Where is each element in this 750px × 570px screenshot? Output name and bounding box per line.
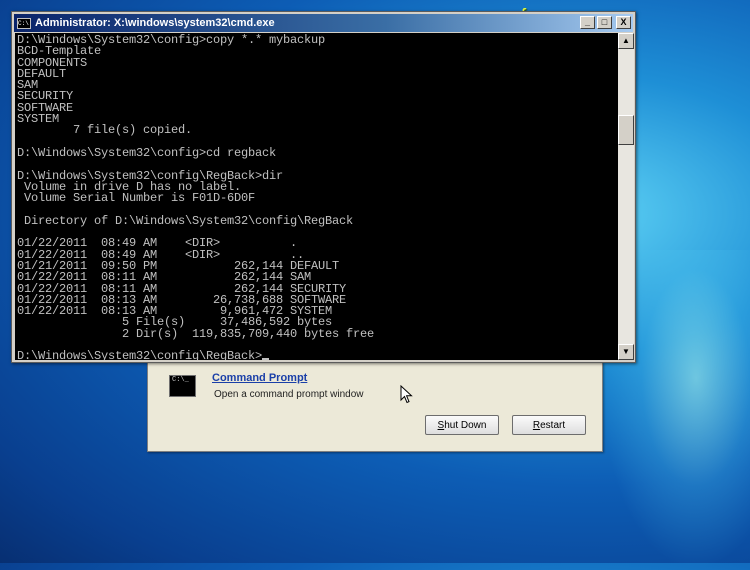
restart-label: estart: [540, 419, 566, 431]
console-output[interactable]: D:\Windows\System32\config>copy *.* myba…: [15, 33, 618, 360]
shut-down-accesskey: S: [437, 419, 445, 431]
shut-down-label: hut Down: [444, 419, 487, 431]
recovery-options-dialog: C:\_ Command Prompt Open a command promp…: [147, 362, 603, 452]
console-line: D:\Windows\System32\config>cd regback: [17, 145, 277, 160]
scroll-up-icon[interactable]: ▲: [618, 33, 634, 49]
console-text: D:\Windows\System32\config>copy *.* myba…: [15, 33, 618, 360]
console-line: 7 file(s) copied.: [73, 123, 193, 138]
title-bar[interactable]: C:\ Administrator: X:\windows\system32\c…: [14, 14, 633, 32]
command-prompt-description: Open a command prompt window: [214, 389, 364, 400]
console-line: 2 Dir(s) 119,835,709,440 bytes free: [122, 326, 375, 341]
console-prompt: D:\Windows\System32\config\RegBack>: [17, 349, 263, 360]
mouse-cursor-icon: [400, 385, 413, 404]
command-prompt-icon[interactable]: C:\_: [169, 375, 196, 397]
command-prompt-link[interactable]: Command Prompt: [212, 372, 307, 384]
text-cursor: [262, 358, 270, 360]
minimize-icon[interactable]: _: [580, 16, 595, 29]
restart-button[interactable]: Restart: [512, 415, 586, 435]
cmd-window[interactable]: C:\ Administrator: X:\windows\system32\c…: [11, 11, 636, 363]
restart-accesskey: R: [532, 419, 541, 431]
shut-down-button[interactable]: Shut Down: [425, 415, 499, 435]
vertical-scrollbar[interactable]: ▲ ▼: [618, 33, 634, 360]
console-line: Volume Serial Number is F01D-6D0F: [24, 191, 256, 206]
window-title: Administrator: X:\windows\system32\cmd.e…: [35, 17, 275, 29]
cmd-icon[interactable]: C:\: [17, 17, 31, 29]
close-icon[interactable]: X: [616, 16, 631, 29]
scroll-down-icon[interactable]: ▼: [618, 344, 634, 360]
scroll-thumb[interactable]: [618, 115, 634, 145]
maximize-icon[interactable]: □: [597, 16, 612, 29]
console-line: Directory of D:\Windows\System32\config\…: [24, 213, 354, 228]
